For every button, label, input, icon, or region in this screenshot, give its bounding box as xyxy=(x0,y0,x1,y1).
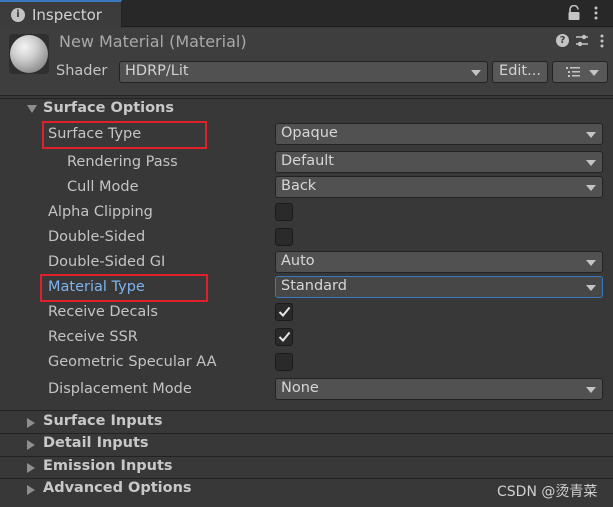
material-preview xyxy=(9,34,49,74)
surface-type-value: Opaque xyxy=(281,125,338,141)
chevron-down-icon xyxy=(589,70,599,76)
geometric-specular-aa-label: Geometric Specular AA xyxy=(48,354,217,370)
cull-mode-label: Cull Mode xyxy=(67,179,139,195)
kebab-menu-icon[interactable] xyxy=(593,5,599,21)
chevron-down-icon xyxy=(586,160,596,166)
shader-options-button[interactable] xyxy=(552,61,608,83)
double-sided-gi-dropdown[interactable]: Auto xyxy=(275,251,603,273)
alpha-clipping-label: Alpha Clipping xyxy=(48,204,153,220)
checkmark-icon xyxy=(278,306,291,317)
tab-inspector-label: Inspector xyxy=(32,6,102,24)
displacement-mode-dropdown[interactable]: None xyxy=(275,378,603,400)
receive-ssr-label: Receive SSR xyxy=(48,329,138,345)
receive-ssr-checkbox[interactable] xyxy=(275,328,293,346)
rendering-pass-dropdown[interactable]: Default xyxy=(275,151,603,173)
receive-decals-checkbox[interactable] xyxy=(275,303,293,321)
surface-type-dropdown[interactable]: Opaque xyxy=(275,123,603,145)
shader-dropdown[interactable]: HDRP/Lit xyxy=(119,61,488,83)
alpha-clipping-checkbox[interactable] xyxy=(275,203,293,221)
highlight-box-surface-type xyxy=(42,121,207,149)
watermark: CSDN @烫青菜 xyxy=(497,484,598,500)
displacement-mode-label: Displacement Mode xyxy=(48,381,192,397)
tab-inspector[interactable]: i Inspector xyxy=(0,0,122,28)
foldout-collapsed-arrow-icon xyxy=(27,440,35,450)
rendering-pass-value: Default xyxy=(281,153,334,169)
highlight-box-material-type xyxy=(40,274,208,302)
foldout-collapsed-arrow-icon xyxy=(27,463,35,473)
shader-label: Shader xyxy=(56,63,108,79)
foldout-advanced-options-label: Advanced Options xyxy=(43,480,192,496)
foldout-collapsed-arrow-icon xyxy=(27,485,35,495)
chevron-down-icon xyxy=(586,387,596,393)
edit-shader-button[interactable]: Edit... xyxy=(492,61,548,83)
material-type-value: Standard xyxy=(281,278,347,294)
shader-value: HDRP/Lit xyxy=(125,63,189,79)
geometric-specular-aa-checkbox[interactable] xyxy=(275,353,293,371)
foldout-detail-inputs[interactable]: Detail Inputs xyxy=(0,434,613,456)
double-sided-checkbox[interactable] xyxy=(275,228,293,246)
foldout-emission-inputs-label: Emission Inputs xyxy=(43,458,173,474)
help-icon[interactable]: ? xyxy=(556,34,569,47)
foldout-collapsed-arrow-icon xyxy=(27,418,35,428)
rendering-pass-label: Rendering Pass xyxy=(67,154,178,170)
chevron-down-icon xyxy=(586,260,596,266)
material-header: New Material (Material) ? Shader HDRP/Li… xyxy=(0,28,613,96)
divider xyxy=(0,410,613,411)
foldout-surface-inputs-label: Surface Inputs xyxy=(43,413,163,429)
cull-mode-dropdown[interactable]: Back xyxy=(275,176,603,198)
chevron-down-icon xyxy=(586,285,596,291)
material-title: New Material (Material) xyxy=(59,32,247,51)
double-sided-gi-label: Double-Sided GI xyxy=(48,254,166,270)
cull-mode-value: Back xyxy=(281,178,317,194)
foldout-surface-options[interactable]: Surface Options xyxy=(0,99,613,121)
foldout-expanded-arrow-icon xyxy=(27,105,37,113)
preset-sliders-icon[interactable] xyxy=(575,34,589,48)
foldout-surface-inputs[interactable]: Surface Inputs xyxy=(0,412,613,434)
chevron-down-icon xyxy=(471,70,481,76)
list-icon xyxy=(566,67,580,77)
tab-bar: i Inspector xyxy=(0,0,613,28)
foldout-emission-inputs[interactable]: Emission Inputs xyxy=(0,457,613,479)
preview-sphere xyxy=(10,35,48,73)
foldout-surface-options-label: Surface Options xyxy=(43,100,175,116)
double-sided-gi-value: Auto xyxy=(281,253,315,269)
checkmark-icon xyxy=(278,331,291,342)
more-options-icon[interactable] xyxy=(599,33,605,49)
material-type-dropdown[interactable]: Standard xyxy=(275,276,603,298)
double-sided-label: Double-Sided xyxy=(48,229,146,245)
chevron-down-icon xyxy=(586,132,596,138)
foldout-detail-inputs-label: Detail Inputs xyxy=(43,435,149,451)
receive-decals-label: Receive Decals xyxy=(48,304,158,320)
displacement-mode-value: None xyxy=(281,380,319,396)
lock-icon[interactable] xyxy=(567,5,581,21)
info-icon: i xyxy=(11,8,25,22)
chevron-down-icon xyxy=(586,185,596,191)
